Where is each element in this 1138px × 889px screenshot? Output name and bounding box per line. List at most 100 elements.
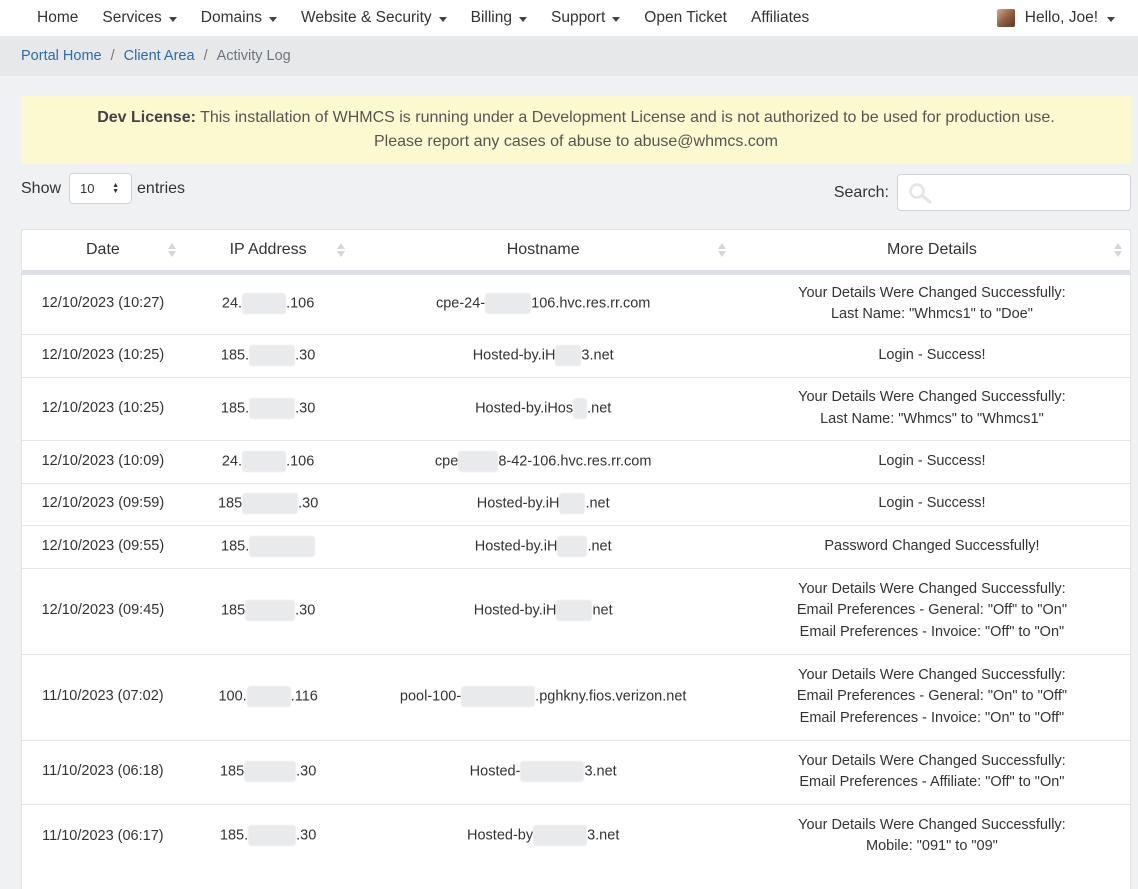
cell-date: 12/10/2023 (10:27) bbox=[41, 295, 165, 312]
alert-line-1: Dev License: This installation of WHMCS … bbox=[21, 106, 1131, 130]
cell-ip-address-text: .30 bbox=[296, 827, 317, 844]
cell-ip-address-text: .30 bbox=[295, 602, 316, 619]
nav-item-label: Home bbox=[37, 9, 79, 26]
cell-ip-address-text: .30 bbox=[298, 495, 319, 512]
chevron-down-icon bbox=[168, 16, 177, 22]
detail-line: Your Details Were Changed Successfully: bbox=[798, 666, 1066, 683]
table-body: 12/10/2023 (10:27) 24. .106 cpe-24- 106.hvc.… bbox=[22, 272, 1130, 868]
table-row: 12/10/2023 (09:55) 185. Hosted-by.iH .net Pa… bbox=[22, 524, 1130, 568]
detail-line: Your Details Were Changed Successfully: bbox=[798, 580, 1066, 597]
cell-hostname-text: Hosted-by.iH bbox=[474, 537, 558, 554]
cell-ip-address: 24. .106 bbox=[183, 439, 353, 483]
cell-ip-address-text: .30 bbox=[295, 346, 316, 363]
column-header-date[interactable]: Date bbox=[22, 230, 184, 275]
nav-item-label: Domains bbox=[200, 9, 262, 26]
cell-hostname-text: Hosted-by.iH bbox=[472, 346, 556, 363]
column-header-hostname[interactable]: Hostname bbox=[352, 230, 734, 275]
detail-line: Email Preferences - Invoice: "Off" to "O… bbox=[799, 623, 1065, 640]
nav-item-home[interactable]: Home bbox=[37, 9, 78, 27]
cell-ip-address-text: 185 bbox=[217, 495, 243, 512]
cell-more-details: Login - Success! bbox=[733, 482, 1130, 525]
cell-hostname-text: .net bbox=[585, 495, 610, 512]
nav-item-domains[interactable]: Domains bbox=[201, 9, 277, 27]
search-input[interactable] bbox=[897, 174, 1131, 211]
cell-ip-address: 185. bbox=[183, 524, 353, 568]
redaction-mask bbox=[249, 397, 296, 419]
column-header-label: Date bbox=[85, 240, 120, 258]
sort-icon bbox=[336, 243, 345, 257]
chevron-down-icon bbox=[518, 16, 527, 22]
cell-ip-address-text: 185 bbox=[219, 763, 245, 780]
cell-ip-address-text: .30 bbox=[296, 763, 317, 780]
breadcrumb-portal-home[interactable]: Portal Home bbox=[21, 48, 102, 64]
alert-title: Dev License: bbox=[97, 109, 196, 126]
nav-item-billing[interactable]: Billing bbox=[471, 9, 527, 27]
redaction-mask bbox=[520, 761, 585, 783]
cell-hostname-text: Hosted- bbox=[469, 763, 521, 780]
redaction-mask bbox=[245, 600, 296, 622]
cell-ip-address-text: 185. bbox=[219, 827, 249, 844]
entries-select-value: 10 bbox=[80, 181, 95, 196]
table-row: 11/10/2023 (06:17) 185. .30 Hosted-by 3.net Y… bbox=[22, 803, 1130, 868]
detail-line: Last Name: "Whmcs1" to "Doe" bbox=[830, 306, 1033, 322]
detail-line: Login - Success! bbox=[878, 452, 986, 469]
detail-line: Last Name: "Whmcs" to "Whmcs1" bbox=[820, 410, 1044, 427]
column-header-ip-address[interactable]: IP Address bbox=[183, 230, 353, 275]
show-label: Show bbox=[21, 179, 62, 197]
chevron-down-icon bbox=[438, 16, 447, 22]
cell-hostname-text: Hosted-by.iHos bbox=[475, 399, 574, 416]
nav-item-support[interactable]: Support bbox=[550, 9, 621, 27]
search-label: Search: bbox=[833, 183, 889, 201]
redaction-mask bbox=[485, 293, 532, 315]
cell-ip-address-text: .106 bbox=[286, 295, 315, 312]
detail-line: Your Details Were Changed Successfully: bbox=[798, 752, 1066, 769]
cell-more-details: Your Details Were Changed Successfully: E… bbox=[733, 653, 1130, 740]
cell-hostname-text: .net bbox=[587, 399, 612, 416]
user-menu[interactable]: Hello, Joe! bbox=[996, 0, 1115, 36]
redaction-mask bbox=[249, 344, 296, 366]
detail-line: Email Preferences - General: "Off" to "O… bbox=[796, 602, 1067, 619]
cell-date: 12/10/2023 (10:09) bbox=[22, 439, 184, 483]
sort-icon bbox=[167, 243, 176, 257]
detail-line: Login - Success! bbox=[878, 495, 986, 512]
redaction-mask bbox=[249, 535, 316, 557]
cell-hostname: Hosted- 3.net bbox=[352, 739, 734, 804]
cell-hostname: Hosted-by.iH 3.net bbox=[352, 333, 734, 377]
cell-more-details: Your Details Were Changed Successfully: E… bbox=[733, 567, 1130, 654]
nav-item-open-ticket[interactable]: Open Ticket bbox=[644, 9, 727, 27]
table-row: 12/10/2023 (09:59) 185.30 Hosted-by.iH .net… bbox=[22, 482, 1130, 525]
redaction-mask bbox=[246, 686, 291, 708]
cell-hostname: Hosted-by 3.net bbox=[352, 803, 734, 868]
table-row: 12/10/2023 (10:25) 185. .30 Hosted-by.iHos.… bbox=[22, 376, 1130, 440]
user-greeting[interactable]: Hello, Joe! bbox=[1025, 9, 1098, 27]
cell-ip-address-text: 24. bbox=[221, 295, 243, 312]
nav-item-label: Support bbox=[550, 9, 606, 26]
cell-ip-address-text: .30 bbox=[295, 399, 316, 416]
detail-line: Your Details Were Changed Successfully: bbox=[798, 284, 1066, 301]
cell-ip-address-text: .116 bbox=[290, 688, 318, 705]
sort-icon bbox=[1114, 243, 1122, 257]
entries-select[interactable]: 10 ▲ ▼ bbox=[69, 173, 133, 204]
cell-hostname-text: Hosted-by.iH bbox=[473, 602, 557, 619]
cell-more-details: Your Details Were Changed Successfully: L… bbox=[734, 272, 1130, 334]
avatar[interactable] bbox=[996, 9, 1015, 27]
cell-ip-address-text: 185. bbox=[220, 346, 250, 363]
column-header-more-details[interactable]: More Details bbox=[733, 230, 1130, 275]
table-row: 11/10/2023 (06:18) 185.30 Hosted- 3.net Your… bbox=[22, 739, 1130, 804]
redaction-mask bbox=[242, 493, 299, 515]
cell-hostname-text: .pghkny.fios.verizon.net bbox=[535, 688, 687, 705]
detail-line: Your Details Were Changed Successfully: bbox=[798, 389, 1066, 405]
cell-hostname: cpe 8-42-106.hvc.res.rr.com bbox=[352, 439, 734, 483]
breadcrumb-client-area[interactable]: Client Area bbox=[124, 48, 195, 64]
detail-line: Mobile: "091" to "09" bbox=[866, 838, 998, 855]
top-navbar: Home Services Domains Website & Security Bil… bbox=[0, 0, 1138, 36]
cell-ip-address-text: 185 bbox=[220, 602, 246, 619]
entries-length-control: Show 10 ▲ ▼ entries bbox=[21, 173, 185, 204]
cell-ip-address: 185. .30 bbox=[183, 803, 353, 868]
nav-item-services[interactable]: Services bbox=[102, 9, 177, 27]
select-arrows-icon: ▲ ▼ bbox=[112, 182, 120, 195]
cell-ip-address: 185. .30 bbox=[183, 333, 353, 377]
nav-item-affiliates[interactable]: Affiliates bbox=[751, 9, 809, 27]
table-row: 11/10/2023 (07:02) 100. .116 pool-100- .pghk… bbox=[22, 653, 1130, 740]
nav-item-website-security[interactable]: Website & Security bbox=[301, 9, 447, 27]
